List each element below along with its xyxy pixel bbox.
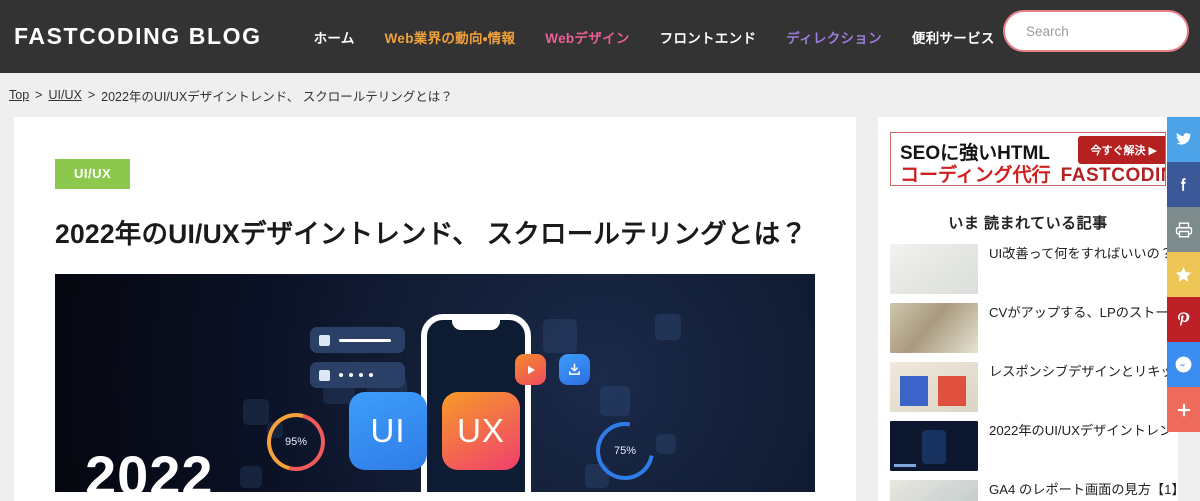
decorative-square — [655, 314, 681, 340]
decorative-square — [240, 466, 262, 488]
ad-brand: FASTCODING — [1060, 165, 1165, 186]
nav-item-home[interactable]: ホーム — [314, 27, 355, 47]
share-pinterest-button[interactable] — [1167, 297, 1200, 342]
hatena-star-icon — [1175, 267, 1192, 282]
plus-icon — [1177, 403, 1190, 416]
play-glyph — [527, 365, 535, 374]
breadcrumb-separator: > — [87, 88, 96, 102]
category-badge[interactable]: UI/UX — [55, 159, 131, 189]
list-item[interactable]: 2022年のUI/UXデザイントレン ド、 スクロールテリングとは？ — [878, 421, 1178, 480]
play-icon — [515, 354, 546, 385]
ux-tile: UX — [442, 392, 520, 470]
article-thumbnail — [890, 303, 978, 353]
download-icon — [559, 354, 590, 385]
sidebar: SEOに強いHTML コーディング代行FASTCODING 今すぐ解決 ▶ いま… — [878, 117, 1178, 501]
nav-item-web-design[interactable]: Webデザイン — [545, 27, 629, 47]
decorative-square — [600, 386, 630, 416]
list-item-title: CVがアップする、LPのストー ー構成について — [989, 305, 1178, 320]
breadcrumb-separator: > — [35, 88, 43, 102]
share-messenger-button[interactable] — [1167, 342, 1200, 387]
article-thumbnail — [890, 362, 978, 412]
article-thumbnail — [890, 421, 978, 471]
site-logo[interactable]: FASTCODING BLOG — [14, 23, 262, 50]
print-icon — [1175, 222, 1192, 237]
login-username-field — [310, 327, 405, 353]
search-input[interactable] — [1005, 23, 1200, 39]
ad-headline-2-text: コーディング代行 — [900, 165, 1051, 186]
breadcrumb: Top > UI/UX > 2022年のUI/UXデザイントレンド、 スクロール… — [0, 73, 1200, 117]
print-button[interactable] — [1167, 207, 1200, 252]
ad-cta-button[interactable]: 今すぐ解決 ▶ — [1078, 136, 1165, 164]
article-card: UI/UX 2022年のUI/UXデザイントレンド、 スクロールテリングとは？ — [14, 117, 856, 501]
sidebar-ad-banner[interactable]: SEOに強いHTML コーディング代行FASTCODING 今すぐ解決 ▶ — [890, 132, 1166, 186]
decorative-square — [243, 399, 269, 425]
nav-item-frontend[interactable]: フロントエンド — [660, 27, 757, 47]
article-thumbnail — [890, 480, 978, 501]
facebook-icon — [1181, 178, 1186, 191]
ui-tile: UI — [349, 392, 427, 470]
popular-articles-list: UI改善って何をすればいいの？ 善のポイント、改善例をご紹… CVがアップする、… — [878, 244, 1178, 501]
hero-year-label: 2022 — [85, 444, 214, 492]
list-item-title: レスポンシブデザインとリキッ デザインの違いを明確にしよう — [989, 364, 1178, 379]
login-password-field — [310, 362, 405, 388]
progress-ring-75-label: 75% — [613, 445, 637, 457]
breadcrumb-item-current: 2022年のUI/UXデザイントレンド、 スクロールテリングとは？ — [101, 89, 453, 104]
list-item[interactable]: レスポンシブデザインとリキッ デザインの違いを明確にしよう — [878, 362, 1178, 421]
list-item[interactable]: GA4 のレポート画面の見方【1】 — [878, 480, 1178, 501]
lock-icon — [319, 369, 330, 381]
nav-item-direction[interactable]: ディレクション — [786, 27, 882, 47]
social-share-rail — [1167, 117, 1200, 432]
pinterest-icon — [1177, 312, 1190, 327]
decorative-square — [543, 319, 577, 353]
page-body: UI/UX 2022年のUI/UXデザイントレンド、 スクロールテリングとは？ — [0, 117, 1200, 501]
list-item-title: UI改善って何をすればいいの？ 善のポイント、改善例をご紹… — [989, 246, 1178, 261]
site-header: FASTCODING BLOG ホーム Web業界の動向・情報 Webデザイン … — [0, 0, 1200, 73]
messenger-icon — [1175, 356, 1192, 373]
share-twitter-button[interactable] — [1167, 117, 1200, 162]
password-dots — [339, 373, 373, 377]
nav-item-services[interactable]: 便利サービス — [912, 27, 995, 47]
search-box[interactable] — [1003, 10, 1200, 52]
progress-ring-95-label: 95% — [284, 436, 308, 448]
share-more-button[interactable] — [1167, 387, 1200, 432]
download-glyph — [569, 363, 580, 375]
list-item[interactable]: UI改善って何をすればいいの？ 善のポイント、改善例をご紹… — [878, 244, 1178, 303]
user-icon — [319, 334, 330, 346]
list-item-title: GA4 のレポート画面の見方【1】 — [989, 482, 1178, 497]
share-facebook-button[interactable] — [1167, 162, 1200, 207]
field-fill-bar — [339, 338, 391, 342]
share-hatena-button[interactable] — [1167, 252, 1200, 297]
article-thumbnail — [890, 244, 978, 294]
page-title: 2022年のUI/UXデザイントレンド、 スクロールテリングとは？ — [55, 219, 808, 249]
breadcrumb-item-top[interactable]: Top — [9, 88, 29, 102]
twitter-icon — [1176, 132, 1192, 145]
main-navigation: ホーム Web業界の動向・情報 Webデザイン フロントエンド ディレクション … — [314, 27, 1055, 47]
popular-articles-heading: いま 読まれている記事 — [948, 215, 1108, 232]
list-item[interactable]: CVがアップする、LPのストー ー構成について — [878, 303, 1178, 362]
article-hero-image: 95% 75% UI UX 2022 — [55, 274, 815, 492]
breadcrumb-item-uiux[interactable]: UI/UX — [48, 88, 81, 102]
decorative-square — [656, 434, 676, 454]
list-item-title: 2022年のUI/UXデザイントレン ド、 スクロールテリングとは？ — [989, 423, 1178, 438]
nav-item-web-trends[interactable]: Web業界の動向・情報 — [385, 27, 516, 47]
